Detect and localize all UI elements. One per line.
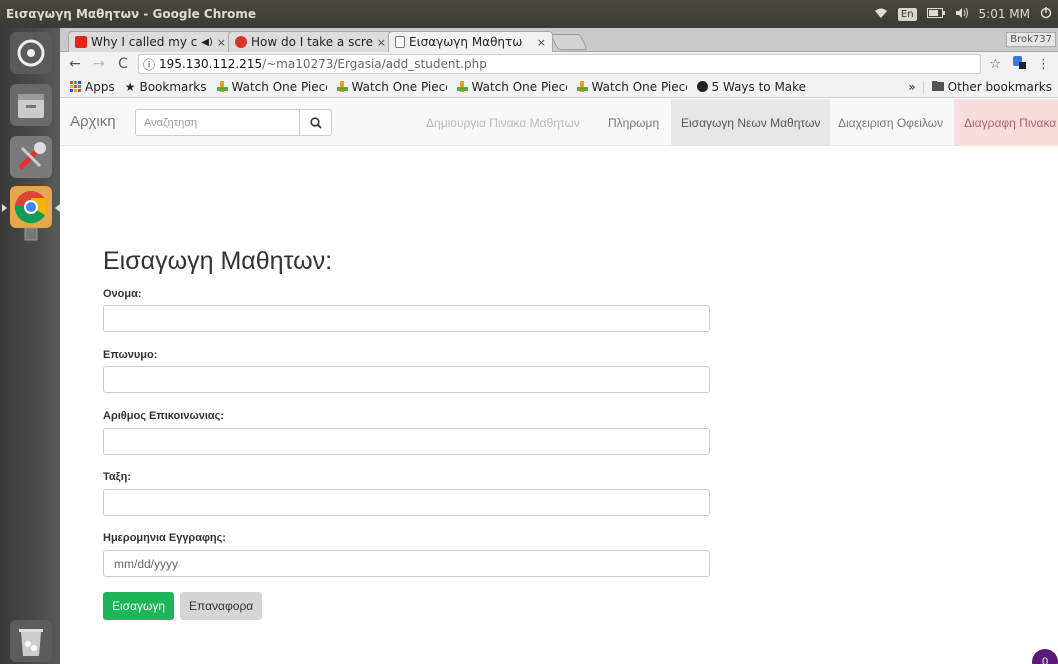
youtube-icon bbox=[75, 36, 87, 48]
reload-icon[interactable]: C bbox=[114, 56, 132, 72]
tab-title: How do I take a scre bbox=[251, 35, 373, 49]
registration-date-label: Ημερομηνια Εγγραφης: bbox=[103, 532, 226, 544]
chat-notification-badge[interactable]: 0 bbox=[1032, 649, 1058, 664]
profile-badge[interactable]: Brok737 bbox=[1006, 32, 1056, 47]
bookmark-one-piece-3[interactable]: Watch One Piece bbox=[456, 80, 567, 94]
close-tab-icon[interactable]: × bbox=[377, 36, 386, 49]
url-path: /~ma10273/Ergasia/add_student.php bbox=[262, 57, 487, 71]
close-tab-icon[interactable]: × bbox=[217, 36, 226, 49]
window-title: Εισαγωγη Μαθητων - Google Chrome bbox=[6, 7, 257, 21]
first-name-input[interactable] bbox=[103, 305, 710, 332]
battery-icon[interactable] bbox=[926, 7, 945, 21]
power-settings-icon[interactable] bbox=[1040, 6, 1052, 22]
site-navbar: Αρχικη Δημιουργια Πινακα Μαθητων Πληρωμη… bbox=[60, 99, 1058, 146]
class-input[interactable] bbox=[103, 489, 710, 516]
onepiece-icon bbox=[216, 81, 228, 92]
workspace-switcher-icon[interactable] bbox=[24, 226, 38, 241]
trash-icon[interactable] bbox=[10, 620, 52, 662]
keyboard-language-indicator[interactable]: En bbox=[897, 7, 917, 21]
close-tab-icon[interactable]: × bbox=[537, 36, 546, 49]
site-info-icon[interactable]: ⓘ bbox=[143, 56, 155, 73]
os-top-panel: Εισαγωγη Μαθητων - Google Chrome En 5:01… bbox=[0, 0, 1058, 28]
ask-icon bbox=[235, 36, 247, 48]
page-title: Εισαγωγη Μαθητων: bbox=[103, 247, 333, 275]
toolbar: ← → C ⓘ 195.130.112.215/~ma10273/Ergasia… bbox=[60, 52, 1058, 76]
onepiece-icon bbox=[576, 81, 588, 92]
tab-youtube[interactable]: Why I called my c ◀) × bbox=[68, 31, 233, 52]
bookmark-bookmarks[interactable]: ★ Bookmarks bbox=[125, 80, 207, 94]
system-tray: En 5:01 ΜΜ bbox=[874, 6, 1058, 22]
other-bookmarks-folder[interactable]: Other bookmarks bbox=[931, 80, 1052, 94]
bookmark-apps[interactable]: Apps bbox=[70, 80, 115, 94]
menu-kebab-icon[interactable]: ⋮ bbox=[1037, 57, 1050, 72]
nav-add-new-students[interactable]: Εισαγωγη Νεων Μαθητων bbox=[671, 99, 831, 146]
bookmark-5-ways[interactable]: 5 Ways to Make bbox=[696, 80, 806, 94]
registration-date-input[interactable] bbox=[103, 550, 710, 577]
bookmark-one-piece-1[interactable]: Watch One Piece bbox=[216, 80, 327, 94]
submit-button[interactable]: Εισαγωγη bbox=[103, 592, 175, 620]
last-name-input[interactable] bbox=[103, 366, 710, 393]
bookmarks-bar: Apps ★ Bookmarks Watch One Piece Watch O… bbox=[60, 76, 1058, 98]
bookmarks-overflow-chevron-icon[interactable]: » bbox=[908, 80, 915, 94]
audio-playing-icon: ◀) bbox=[201, 36, 213, 48]
launcher-active-arrow-left bbox=[2, 204, 7, 212]
address-bar[interactable]: ⓘ 195.130.112.215/~ma10273/Ergasia/add_s… bbox=[138, 54, 982, 74]
url-host: 195.130.112.215 bbox=[159, 57, 263, 71]
web-page: Αρχικη Δημιουργια Πινακα Μαθητων Πληρωμη… bbox=[60, 99, 1058, 664]
tab-title: Why I called my c bbox=[91, 35, 198, 49]
system-settings-icon[interactable] bbox=[10, 136, 52, 178]
bookmark-one-piece-2[interactable]: Watch One Piece bbox=[336, 80, 447, 94]
document-icon bbox=[395, 36, 405, 48]
tab-add-student[interactable]: Εισαγωγη Μαθητω × bbox=[388, 31, 553, 52]
extension-icon[interactable] bbox=[1011, 54, 1027, 74]
wifi-icon[interactable] bbox=[874, 7, 888, 22]
onepiece-icon bbox=[336, 81, 348, 92]
nav-payment[interactable]: Πληρωμη bbox=[598, 99, 669, 146]
search-input[interactable] bbox=[135, 109, 300, 136]
nav-delete-table[interactable]: Διαγραφη Πινακα bbox=[954, 99, 1058, 146]
clock[interactable]: 5:01 ΜΜ bbox=[979, 7, 1030, 21]
onepiece-icon bbox=[456, 81, 468, 92]
phone-number-label: Αριθμος Επικοινωνιας: bbox=[103, 410, 225, 422]
tab-strip: Why I called my c ◀) × How do I take a s… bbox=[60, 28, 1058, 52]
file-manager-icon[interactable] bbox=[10, 84, 52, 126]
browser-window: Why I called my c ◀) × How do I take a s… bbox=[60, 28, 1058, 664]
navbar-brand-home-link[interactable]: Αρχικη bbox=[70, 113, 116, 130]
nav-create-student-table[interactable]: Δημιουργια Πινακα Μαθητων bbox=[416, 99, 590, 146]
star-icon: ★ bbox=[124, 79, 136, 94]
last-name-label: Επωνυμο: bbox=[103, 349, 158, 361]
back-arrow-icon[interactable]: ← bbox=[66, 56, 84, 72]
folder-icon bbox=[931, 80, 944, 94]
class-label: Ταξη: bbox=[103, 471, 131, 483]
bookmark-one-piece-4[interactable]: Watch One Piece bbox=[576, 80, 687, 94]
search-button[interactable] bbox=[300, 109, 332, 136]
bookmark-star-icon[interactable]: ☆ bbox=[989, 57, 1001, 72]
wikihow-icon bbox=[696, 81, 708, 92]
dash-home-icon[interactable] bbox=[10, 32, 52, 74]
apps-grid-icon bbox=[70, 81, 81, 92]
tab-title: Εισαγωγη Μαθητω bbox=[409, 35, 523, 49]
first-name-label: Ονομα: bbox=[103, 288, 142, 300]
tab-ask[interactable]: How do I take a scre × bbox=[228, 31, 393, 52]
nav-manage-debts[interactable]: Διαχειριση Οφειλων bbox=[828, 99, 953, 146]
app-launcher bbox=[0, 28, 60, 664]
reset-button[interactable]: Επαναφορα bbox=[180, 592, 263, 620]
forward-arrow-icon[interactable]: → bbox=[90, 56, 108, 72]
phone-number-input[interactable] bbox=[103, 428, 710, 455]
search-icon bbox=[309, 116, 322, 129]
new-tab-button[interactable] bbox=[550, 34, 588, 50]
chrome-icon[interactable] bbox=[10, 186, 52, 228]
volume-icon[interactable] bbox=[955, 7, 969, 22]
